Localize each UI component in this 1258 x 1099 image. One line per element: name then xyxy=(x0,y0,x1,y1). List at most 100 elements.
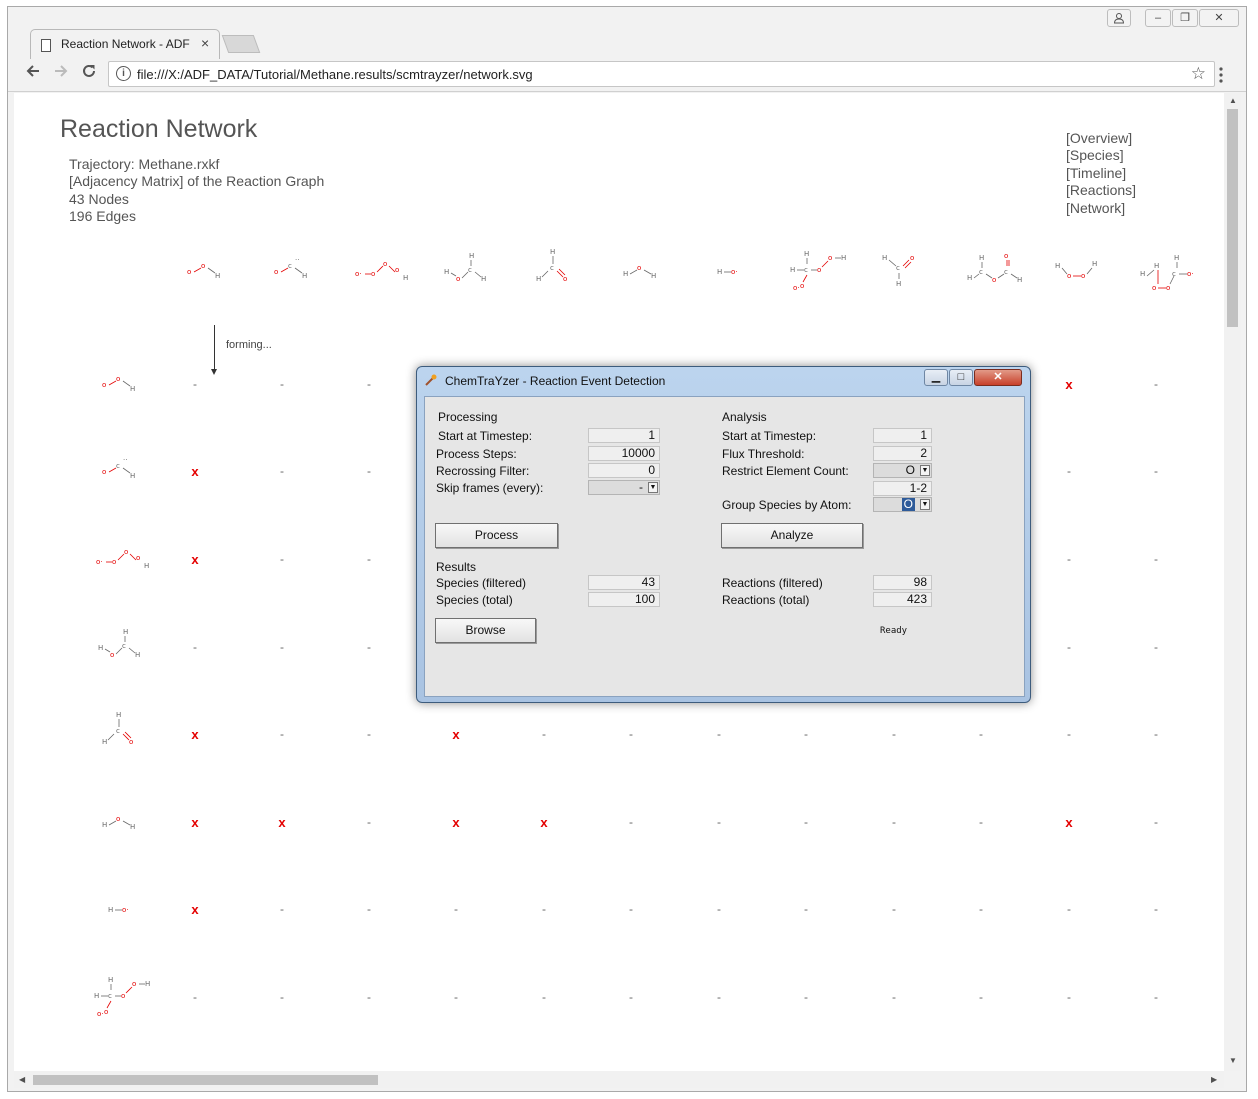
svg-text:o: o xyxy=(132,980,136,988)
svg-text:H: H xyxy=(550,248,555,256)
app-icon xyxy=(425,374,437,386)
reaction-mark[interactable]: x xyxy=(185,552,205,567)
empty-cell: - xyxy=(892,990,896,1004)
info-icon[interactable]: i xyxy=(116,66,131,81)
svg-text:o: o xyxy=(110,651,114,659)
reaction-mark[interactable]: x xyxy=(534,815,554,830)
url-text[interactable]: file:///X:/ADF_DATA/Tutorial/Methane.res… xyxy=(137,67,533,82)
dropdown-arrow-icon[interactable]: ▼ xyxy=(920,465,930,476)
link-overview[interactable]: [Overview] xyxy=(1066,130,1132,146)
kebab-menu-icon xyxy=(1219,67,1223,83)
close-window-button[interactable]: ✕ xyxy=(1199,9,1239,27)
forward-button[interactable] xyxy=(50,63,72,84)
reaction-mark[interactable]: x xyxy=(185,815,205,830)
analysis-start-label: Start at Timestep: xyxy=(722,429,817,443)
reload-button[interactable] xyxy=(78,63,100,84)
vertical-scrollbar[interactable]: ▲ ▼ xyxy=(1224,93,1241,1071)
empty-cell: - xyxy=(804,990,808,1004)
svg-text:o: o xyxy=(395,266,399,274)
address-bar[interactable]: i file:///X:/ADF_DATA/Tutorial/Methane.r… xyxy=(108,61,1215,87)
link-timeline[interactable]: [Timeline] xyxy=(1066,165,1126,181)
reaction-mark[interactable]: x xyxy=(272,815,292,830)
svg-text:c: c xyxy=(804,266,808,274)
link-reactions[interactable]: [Reactions] xyxy=(1066,182,1136,198)
flux-threshold-label: Flux Threshold: xyxy=(722,447,805,461)
tab-close-icon[interactable]: × xyxy=(201,35,209,51)
reaction-mark[interactable]: x xyxy=(185,464,205,479)
forming-arrowhead xyxy=(211,369,217,375)
svg-text:H: H xyxy=(1017,276,1022,284)
flux-threshold-field[interactable]: 2 xyxy=(873,446,932,461)
horizontal-scroll-thumb[interactable] xyxy=(33,1075,378,1085)
reaction-mark[interactable]: x xyxy=(1059,815,1079,830)
new-tab-button[interactable] xyxy=(221,35,261,53)
vertical-scroll-thumb[interactable] xyxy=(1227,109,1238,327)
dialog-minimize-button[interactable]: ▁ xyxy=(924,369,948,386)
process-button[interactable]: Process xyxy=(435,523,558,548)
row-species-structure-1: o o H xyxy=(92,361,162,405)
reaction-mark[interactable]: x xyxy=(446,815,466,830)
row-species-structure-4: HocHH xyxy=(92,624,162,668)
restrict-element-select[interactable]: O ▼ xyxy=(873,463,932,478)
browser-menu-button[interactable] xyxy=(1214,67,1228,83)
svg-text:H: H xyxy=(108,906,113,914)
horizontal-scrollbar[interactable]: ◀ ▶ xyxy=(14,1071,1224,1088)
reaction-mark[interactable]: x xyxy=(185,727,205,742)
svg-text:o: o xyxy=(637,264,641,272)
chemtrayzer-dialog: ChemTraYzer - Reaction Event Detection ▁… xyxy=(416,366,1031,703)
analyze-button[interactable]: Analyze xyxy=(721,523,863,548)
reactions-total-label: Reactions (total) xyxy=(722,593,810,607)
empty-cell: - xyxy=(1067,552,1071,566)
process-steps-field[interactable]: 10000 xyxy=(588,446,660,461)
link-network[interactable]: [Network] xyxy=(1066,200,1125,216)
process-start-field[interactable]: 1 xyxy=(588,428,660,443)
scroll-down-icon[interactable]: ▼ xyxy=(1229,1056,1237,1065)
svg-text:o: o xyxy=(563,275,567,283)
forward-arrow-icon xyxy=(55,65,68,77)
user-profile-button[interactable] xyxy=(1107,9,1131,27)
empty-cell: - xyxy=(804,815,808,829)
empty-cell: - xyxy=(454,902,458,916)
empty-cell: - xyxy=(193,377,197,391)
empty-cell: - xyxy=(280,902,284,916)
dialog-maximize-button[interactable]: □ xyxy=(949,369,973,386)
maximize-button[interactable]: ❐ xyxy=(1172,9,1198,27)
column-species-structure-6: Ho H xyxy=(613,248,683,292)
svg-text:H: H xyxy=(403,274,408,282)
svg-text:o: o xyxy=(121,992,125,1000)
browse-button[interactable]: Browse xyxy=(435,618,536,643)
empty-cell: - xyxy=(367,464,371,478)
row-species-structure-5: HcHo xyxy=(92,711,162,755)
svg-text:H: H xyxy=(215,272,220,280)
dropdown-arrow-icon[interactable]: ▼ xyxy=(920,499,930,510)
scroll-up-icon[interactable]: ▲ xyxy=(1229,96,1237,105)
group-species-select[interactable]: O ▼ xyxy=(873,497,932,512)
scroll-left-icon[interactable]: ◀ xyxy=(19,1075,25,1084)
empty-cell: - xyxy=(892,727,896,741)
svg-text:H: H xyxy=(896,280,901,288)
reaction-mark[interactable]: x xyxy=(1059,377,1079,392)
back-button[interactable] xyxy=(22,63,44,84)
dialog-close-button[interactable]: ✕ xyxy=(974,369,1022,386)
column-species-structure-4: HocHH xyxy=(438,248,508,292)
skip-frames-select[interactable]: - ▼ xyxy=(588,480,660,495)
reaction-mark[interactable]: x xyxy=(185,902,205,917)
scroll-right-icon[interactable]: ▶ xyxy=(1211,1075,1217,1084)
column-species-structure-9: Hc o H xyxy=(876,248,946,292)
svg-text:o: o xyxy=(274,268,278,276)
empty-cell: - xyxy=(979,990,983,1004)
dropdown-arrow-icon[interactable]: ▼ xyxy=(648,482,658,493)
forming-arrow xyxy=(214,325,215,373)
column-species-structure-7: Ho· xyxy=(701,248,771,292)
reaction-mark[interactable]: x xyxy=(446,727,466,742)
status-text: Ready xyxy=(880,626,908,636)
minimize-button[interactable]: ‒ xyxy=(1145,9,1171,27)
svg-text:H: H xyxy=(123,628,128,636)
element-count-range-field[interactable]: 1-2 xyxy=(873,481,932,496)
nodes-count: 43 Nodes xyxy=(69,191,129,207)
tab-reaction-network[interactable]: Reaction Network - ADF × xyxy=(30,29,220,59)
analysis-start-field[interactable]: 1 xyxy=(873,428,932,443)
bookmark-star-icon[interactable]: ☆ xyxy=(1191,64,1206,84)
recrossing-filter-field[interactable]: 0 xyxy=(588,463,660,478)
link-species[interactable]: [Species] xyxy=(1066,147,1124,163)
